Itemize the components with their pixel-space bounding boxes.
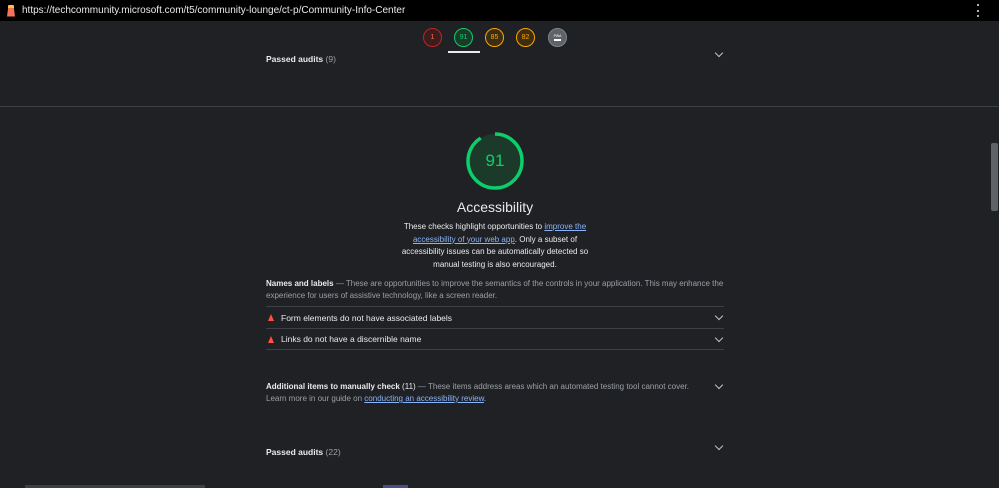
performance-gauge[interactable]: 1 <box>423 28 442 47</box>
accessibility-big-score: 91 <box>485 151 505 170</box>
accessibility-big-gauge: 91 <box>466 132 524 190</box>
best-practices-score: 85 <box>490 34 499 41</box>
accessibility-review-link[interactable]: conducting an accessibility review <box>364 394 484 403</box>
score-strip: 1 91 85 82 PWA <box>0 21 999 52</box>
names-labels-title: Names and labels <box>266 279 334 288</box>
fail-triangle-icon <box>268 335 274 343</box>
passed-title: Passed audits <box>266 447 324 457</box>
accessibility-score: 91 <box>459 34 468 41</box>
chevron-down-icon[interactable] <box>714 48 724 58</box>
prev-passed-audits[interactable]: Passed audits (9) <box>266 48 724 64</box>
names-labels-desc: — These are opportunities to improve the… <box>266 279 724 300</box>
chevron-down-icon[interactable] <box>714 333 724 343</box>
performance-score: 1 <box>430 34 435 41</box>
page-url[interactable]: https://techcommunity.microsoft.com/t5/c… <box>22 5 405 16</box>
vertical-scrollbar-thumb[interactable] <box>991 143 998 211</box>
pwa-label: PWA <box>553 34 562 39</box>
prev-passed-title: Passed audits <box>266 54 324 64</box>
passed-count: (22) <box>325 447 341 457</box>
seo-score: 82 <box>521 34 530 41</box>
chevron-down-icon[interactable] <box>714 380 724 390</box>
best-practices-gauge[interactable]: 85 <box>485 28 504 47</box>
pwa-gauge[interactable]: PWA <box>548 28 567 47</box>
prev-passed-count: (9) <box>325 54 336 64</box>
audit-label: Links do not have a discernible name <box>281 334 422 344</box>
chevron-down-icon[interactable] <box>714 311 724 321</box>
chevron-down-icon[interactable] <box>714 441 724 451</box>
section-divider <box>0 106 999 107</box>
names-labels-group: Names and labels — These are opportuniti… <box>266 278 724 302</box>
category-title: Accessibility <box>456 199 534 215</box>
passed-audits[interactable]: Passed audits (22) <box>266 441 724 457</box>
audit-label: Form elements do not have associated lab… <box>281 312 453 323</box>
manual-check-group[interactable]: Additional items to manually check (11) … <box>266 380 724 405</box>
lighthouse-icon <box>6 4 16 17</box>
manual-title: Additional items to manually check <box>266 382 400 391</box>
fail-triangle-icon <box>268 314 274 321</box>
url-bar: https://techcommunity.microsoft.com/t5/c… <box>0 0 999 21</box>
category-description: These checks highlight opportunities to … <box>401 222 589 269</box>
audit-row-link-name[interactable]: Links do not have a discernible name <box>266 328 724 350</box>
pwa-dash-icon <box>554 39 561 41</box>
accessibility-gauge[interactable]: 91 <box>454 28 473 47</box>
manual-count: (11) <box>402 382 416 391</box>
seo-gauge[interactable]: 82 <box>516 28 535 47</box>
audit-row-form-labels[interactable]: Form elements do not have associated lab… <box>266 306 724 328</box>
more-options-icon[interactable] <box>975 4 981 17</box>
